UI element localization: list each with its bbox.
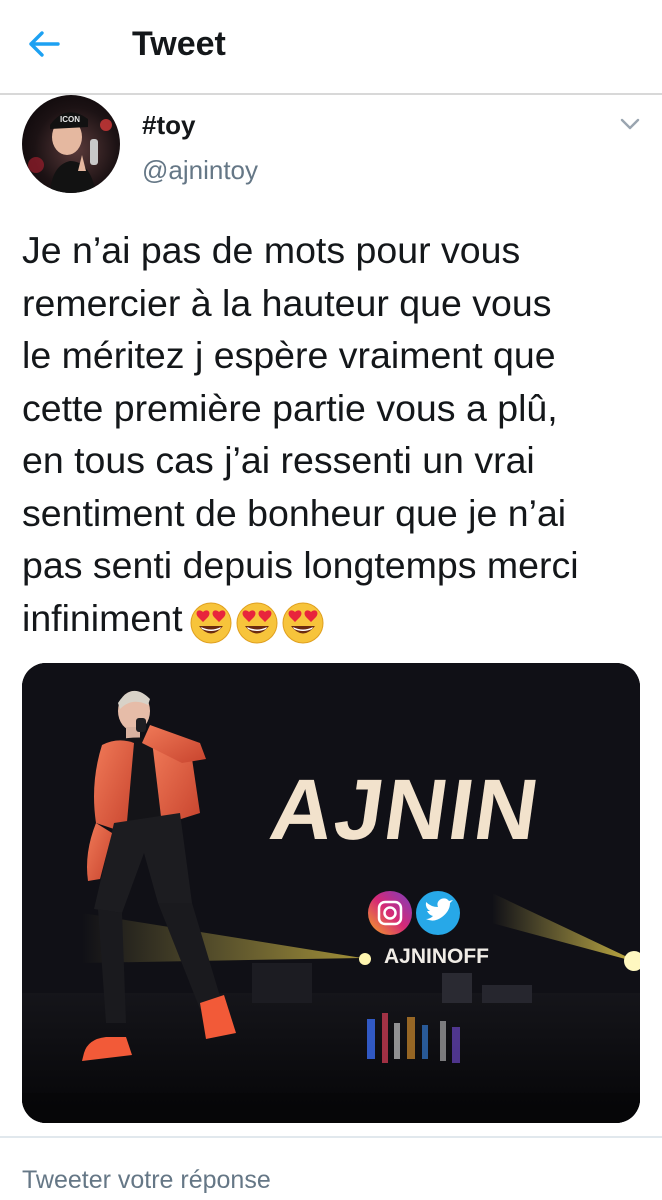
avatar[interactable]: ICON (22, 95, 120, 193)
emoji-row (189, 594, 327, 647)
tweet-text-line: sentiment de bonheur que je n’ai (22, 491, 567, 534)
tweet-text: Je n’ai pas de mots pour vous remercier … (22, 224, 652, 647)
tweet-text-line: en tous cas j’ai ressenti un vrai (22, 439, 535, 481)
tweet-text-line: remercier à la hauteur que vous (22, 281, 552, 324)
instagram-icon (368, 891, 412, 935)
tweet-text-line: cette première partie vous a plû, (22, 386, 558, 429)
chevron-down-icon (620, 118, 640, 130)
page-title: Tweet (132, 25, 226, 63)
stage-logo-text: AJNIN (265, 762, 546, 858)
heart-eyes-emoji (282, 602, 323, 644)
reply-input[interactable]: Tweeter votre réponse (22, 1160, 642, 1200)
heart-eyes-emoji (190, 602, 231, 644)
reply-divider (0, 1136, 662, 1138)
stage-handle-text: AJNINOFF (384, 945, 489, 968)
heart-eyes-emoji (236, 602, 277, 644)
back-button[interactable] (20, 22, 68, 66)
tweet-text-line: le méritez j espère vraiment que (22, 334, 556, 376)
more-options-button[interactable] (612, 106, 648, 142)
tweet-photo[interactable]: AJNIN AJNINOFF (22, 663, 640, 1123)
header-divider (0, 93, 662, 95)
tweet-text-line: pas senti depuis longtemps merci (22, 544, 579, 586)
avatar-cap-text: ICON (60, 115, 80, 124)
tweet-text-line: infiniment (22, 596, 183, 639)
twitter-icon (416, 891, 460, 935)
display-name[interactable]: #toy (142, 108, 195, 142)
tweet-text-last-line: infiniment (22, 592, 652, 647)
top-app-bar: Tweet (0, 0, 662, 95)
arrow-left-icon (29, 31, 60, 57)
username[interactable]: @ajnintoy (142, 153, 258, 187)
tweet-text-line: Je n’ai pas de mots pour vous (22, 229, 521, 271)
